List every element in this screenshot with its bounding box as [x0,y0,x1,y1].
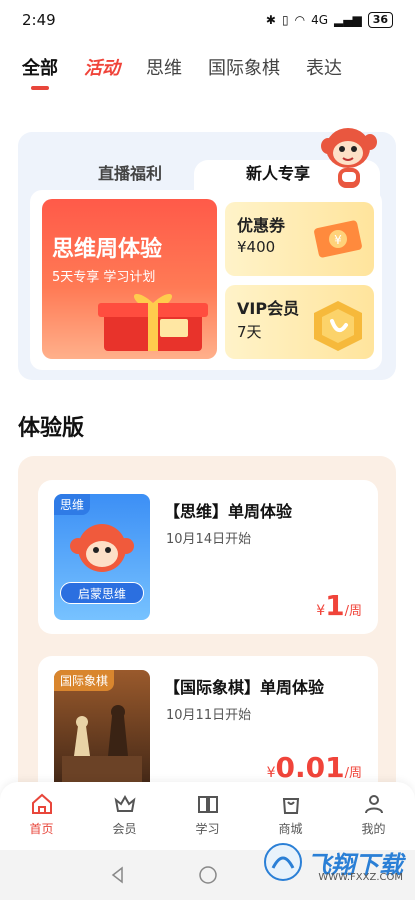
nav-store-label: 商城 [278,822,303,836]
price-currency: ¥ [266,765,276,781]
course-title: 【国际象棋】单周体验 [164,678,325,697]
bluetooth-icon: ✱ [265,13,276,27]
promo-tab-new-user[interactable]: 新人专享 [246,160,310,184]
thinking-week-trial-card[interactable]: 思维周体验 5天专享 学习计划 [42,199,217,359]
course-thumbnail: 思维 启蒙思维 [54,494,150,620]
price-currency: ¥ [316,603,326,619]
coupon-value: ¥400 [237,238,276,256]
tab-all[interactable]: 全部 [22,48,58,90]
status-bar: 2:49 ✱ ▯ ◠ 4G ▂▄▆ 36 [0,0,415,40]
status-icons: ✱ ▯ ◠ 4G ▂▄▆ 36 [266,12,393,28]
nav-home[interactable]: 首页 [0,782,83,850]
coupon-ticket-icon: ¥ [314,220,362,258]
thumbnail-badge: 启蒙思维 [60,582,144,604]
nav-home-label: 首页 [29,822,54,836]
course-price: ¥ 1 /周 [316,589,362,622]
tab-thinking[interactable]: 思维 [146,48,182,80]
tab-chess[interactable]: 国际象棋 [208,48,280,80]
card-subtitle: 5天专享 学习计划 [52,270,156,285]
nav-study-label: 学习 [195,822,220,836]
thumbnail-tag: 国际象棋 [54,670,115,691]
vip-membership-card[interactable]: VIP会员 7天 [225,285,374,359]
vip-hexagon-icon [314,301,362,351]
svg-text:¥: ¥ [334,233,342,247]
tab-activity[interactable]: 活动 [84,48,120,80]
chess-pieces-icon [62,705,142,796]
course-start-date: 10月11日开始 [166,708,252,723]
course-card-thinking[interactable]: 思维 启蒙思维 【思维】单周体验 10月14日开始 ¥ 1 /周 [38,480,378,634]
crown-icon [114,794,135,812]
watermark: 飞翔下载 WWW.FXXZ.COM [263,842,403,883]
course-price: ¥ 0.01 /周 [267,751,362,784]
price-unit: /周 [344,766,362,781]
nav-study[interactable]: 学习 [166,782,249,850]
nav-store[interactable]: 商城 [249,782,332,850]
status-time: 2:49 [22,11,56,29]
vibrate-icon: ▯ [281,13,289,27]
signal-network: 4G [311,13,328,27]
home-icon [31,793,52,814]
bottom-nav: 首页 会员 学习 商城 我的 [0,782,415,850]
nav-membership[interactable]: 会员 [83,782,166,850]
back-icon[interactable] [108,865,128,885]
nav-membership-label: 会员 [112,822,137,836]
nav-profile-label: 我的 [361,822,386,836]
tab-expression[interactable]: 表达 [306,48,342,80]
battery-level: 36 [367,12,393,28]
signal-icon: ▂▄▆ [334,13,362,27]
watermark-logo-icon [264,843,302,881]
course-card-chess[interactable]: 国际象棋 【国际象棋】单周体验 10月11日开始 ¥ 0.01 /周 [38,656,378,796]
promo-tab-welfare[interactable]: 直播福利 [98,160,162,184]
watermark-url: WWW.FXXZ.COM [318,872,403,883]
price-value: 1 [325,589,345,622]
monkey-mascot-icon [321,128,377,188]
nav-profile[interactable]: 我的 [332,782,415,850]
course-title: 【思维】单周体验 [164,502,293,521]
user-icon [364,795,383,814]
card-title: 思维周体验 [52,237,163,262]
price-value: 0.01 [275,751,345,784]
home-circle-icon[interactable] [198,865,218,885]
coupon-card[interactable]: 优惠券 ¥400 ¥ [225,202,374,276]
book-icon [197,796,218,813]
gift-icon [98,293,208,351]
coupon-title: 优惠券 [237,216,286,235]
vip-value: 7天 [237,323,262,341]
section-title: 体验版 [18,416,85,441]
wifi-icon: ◠ [294,13,306,27]
course-start-date: 10月14日开始 [166,532,252,547]
bag-icon [282,798,299,814]
vip-title: VIP会员 [237,299,300,318]
category-tabs: 全部 活动 思维 国际象棋 表达 [0,48,415,94]
price-unit: /周 [344,604,362,619]
course-thumbnail: 国际象棋 [54,670,150,796]
